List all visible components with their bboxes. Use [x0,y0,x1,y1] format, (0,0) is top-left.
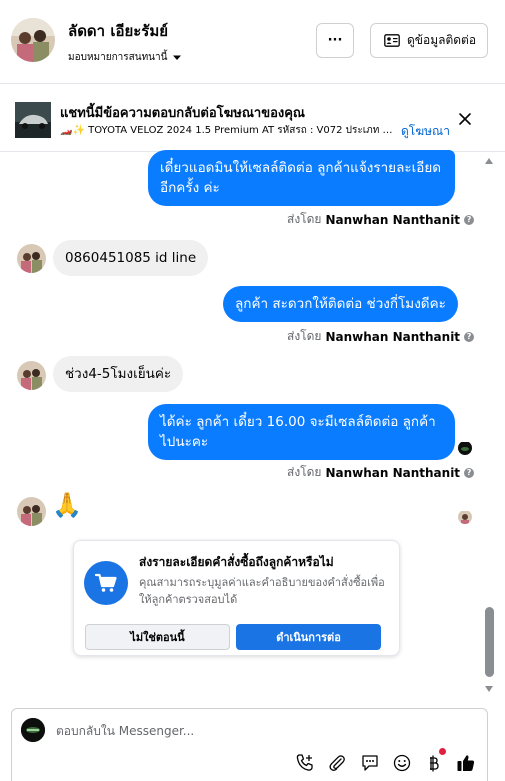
ad-reply-banner: แชทนี้มีข้อความตอบกลับต่อโฆษณาของคุณ 🏎️✨… [0,84,505,152]
scroll-down-arrow-icon[interactable] [485,686,493,692]
message-bubble-incoming[interactable]: ช่วง4-5โมงเย็นค่ะ [53,356,184,392]
sent-by-name: Nanwhan Nanthanit [325,329,461,344]
seen-indicator-avatar [458,510,472,524]
view-ad-link[interactable]: ดูโฆษณา [401,122,450,141]
sent-by-label: ส่งโดย Nanwhan Nanthanit ? [287,210,475,229]
ad-thumbnail[interactable] [15,102,51,138]
assign-label: มอบหมายการสนทนานี้ [68,52,168,63]
chat-header: ลัดดา เอียะรัมย์ มอบหมายการสนทนานี้ ··· … [0,0,505,84]
ad-banner-description: 🏎️✨ TOYOTA VELOZ 2024 1.5 Premium AT รหั… [60,125,393,136]
info-icon[interactable]: ? [464,467,475,478]
continue-button[interactable]: ดำเนินการต่อ [236,624,381,650]
contact-avatar[interactable] [11,18,55,62]
sent-by-name: Nanwhan Nanthanit [325,212,461,227]
not-now-button[interactable]: ไม่ใช่ตอนนี้ [85,624,230,650]
info-icon[interactable]: ? [464,331,475,342]
saved-reply-icon[interactable] [359,752,381,774]
cart-icon [84,561,128,605]
phone-add-icon[interactable] [294,752,316,774]
view-contact-button[interactable]: ดูข้อมูลติดต่อ [370,23,488,58]
view-contact-label: ดูข้อมูลติดต่อ [407,33,477,47]
message-input[interactable] [56,724,436,738]
sent-by-name: Nanwhan Nanthanit [325,465,461,480]
contact-avatar-small [17,361,46,390]
sent-by-label: ส่งโดย Nanwhan Nanthanit ? [287,463,475,482]
info-icon[interactable]: ? [464,214,475,225]
sent-by-label: ส่งโดย Nanwhan Nanthanit ? [287,327,475,346]
more-options-button[interactable]: ··· [316,23,354,58]
notification-dot [439,748,446,755]
sent-by-prefix: ส่งโดย [287,329,322,343]
order-card-title: ส่งรายละเอียดคำสั่งซื้อถึงลูกค้าหรือไม่ [139,555,334,569]
contact-avatar-small [17,244,46,273]
order-card-description: คุณสามารถระบุมูลค่าและคำอธิบายของคำสั่งซ… [139,576,385,606]
thumbs-up-icon[interactable] [455,752,477,774]
contact-name: ลัดดา เอียะรัมย์ [68,22,169,40]
message-bubble-outgoing[interactable]: ลูกค้า สะดวกให้ติดต่อ ช่วงกี่โมงดีคะ [223,286,458,322]
order-details-prompt-card: ส่งรายละเอียดคำสั่งซื้อถึงลูกค้าหรือไม่ … [73,540,400,656]
message-composer [11,708,488,781]
sent-by-prefix: ส่งโดย [287,212,322,226]
close-icon[interactable] [456,110,474,128]
scroll-up-arrow-icon[interactable] [485,158,493,164]
message-bubble-outgoing[interactable]: เดี๋ยวแอดมินให้เซลล์ติดต่อ ลูกค้าแจ้งราย… [148,150,455,206]
seen-indicator-avatar [458,441,472,455]
ad-banner-title: แชทนี้มีข้อความตอบกลับต่อโฆษณาของคุณ [60,106,305,121]
contact-avatar-small [17,497,46,526]
baht-icon[interactable] [423,748,446,774]
scrollbar-thumb[interactable] [485,607,494,677]
chevron-down-icon [173,55,182,60]
message-bubble-outgoing[interactable]: ได้ค่ะ ลูกค้า เดี๋ยว 16.00 จะมีเซลล์ติดต… [148,404,455,460]
paperclip-icon[interactable] [326,752,348,774]
assign-conversation-dropdown[interactable]: มอบหมายการสนทนานี้ [68,50,182,65]
page-avatar [21,718,45,742]
emoji-icon[interactable] [391,752,413,774]
sent-by-prefix: ส่งโดย [287,465,322,479]
message-bubble-incoming[interactable]: 0860451085 id line [53,240,209,276]
contact-card-icon [384,34,400,47]
message-emoji-incoming[interactable]: 🙏 [52,490,82,520]
